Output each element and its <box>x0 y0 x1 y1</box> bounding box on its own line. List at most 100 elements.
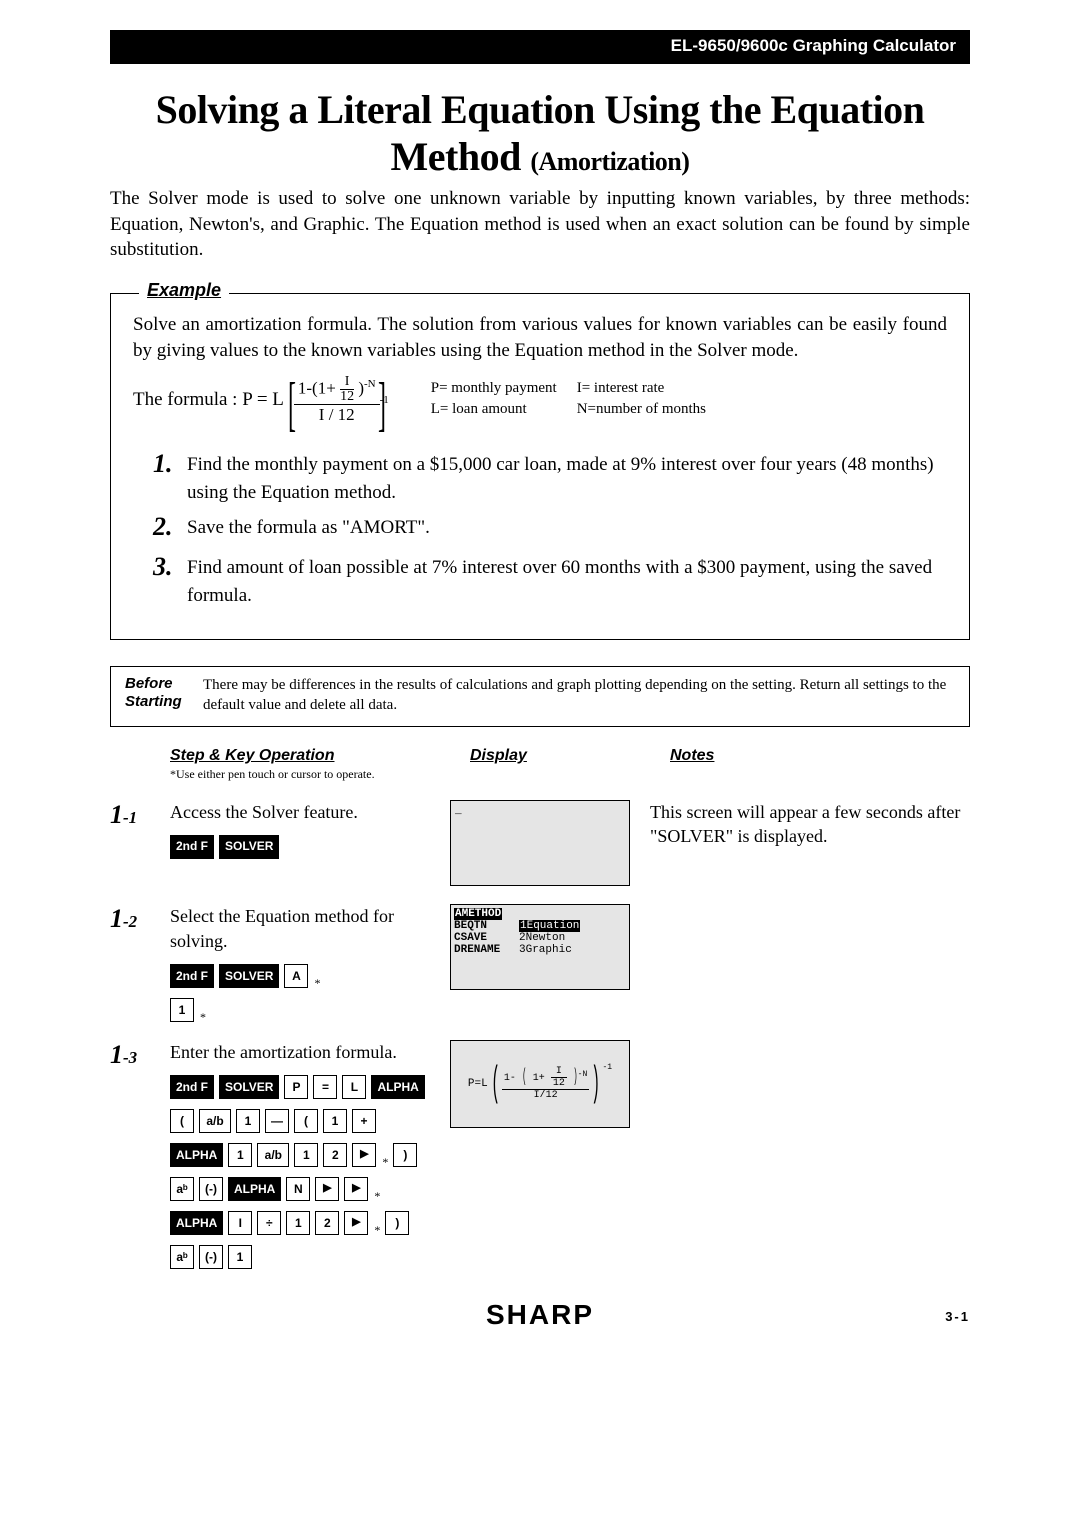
example-intro: Solve an amortization formula. The solut… <box>133 312 947 363</box>
key-lparen: ( <box>294 1109 318 1133</box>
key-solver: SOLVER <box>219 964 279 988</box>
formula-prefix: The formula : P = L <box>133 389 284 411</box>
key-ab: a/b <box>257 1143 289 1167</box>
lcd-2-left-1: CSAVE <box>454 932 502 944</box>
step-1-2: 1-2 Select the Equation method for solvi… <box>110 904 970 1022</box>
example-label: Example <box>139 280 229 301</box>
key-I: I <box>228 1211 252 1235</box>
step-1-2-keys-a: 2nd F SOLVER A* <box>170 964 450 988</box>
asterisk-icon: * <box>313 975 320 992</box>
lcd-3-innerexp: -N <box>578 1070 588 1079</box>
formula-fraction: 1-(1+ I 12 )-N I / 12 <box>294 375 380 425</box>
step-1-3-keys-row1: 2nd F SOLVER P = L ALPHA <box>170 1075 450 1099</box>
task-1-num: 1. <box>153 445 187 506</box>
step-1-3-keys-row5: ALPHA I ÷ 1 2 * ) <box>170 1211 450 1235</box>
key-rparen: ) <box>393 1143 417 1167</box>
key-1: 1 <box>236 1109 260 1133</box>
asterisk-icon: * <box>373 1222 380 1239</box>
key-rparen: ) <box>385 1211 409 1235</box>
key-pow: aᵇ <box>170 1177 194 1201</box>
step-1-2-op: Select the Equation method for solving. … <box>170 904 450 1022</box>
key-solver: SOLVER <box>219 1075 279 1099</box>
key-pow: aᵇ <box>170 1245 194 1269</box>
key-1: 1 <box>228 1143 252 1167</box>
key-2: 2 <box>323 1143 347 1167</box>
task-3-num: 3. <box>153 548 187 609</box>
asterisk-icon: * <box>373 1188 380 1205</box>
key-1: 1 <box>228 1245 252 1269</box>
key-alpha: ALPHA <box>170 1211 223 1235</box>
col-display: Display <box>470 747 670 765</box>
page-number: 3-1 <box>945 1309 970 1324</box>
key-ab: a/b <box>199 1109 231 1133</box>
key-N: N <box>286 1177 310 1201</box>
columns-header: Step & Key Operation Display Notes <box>110 747 970 765</box>
before-label: Before Starting <box>125 675 203 711</box>
step-1-3-keys-row2: ( a/b 1 — ( 1 + <box>170 1109 450 1133</box>
brand-name: SHARP <box>486 1299 594 1330</box>
bracket-left: [ <box>288 379 296 429</box>
formula-legend: P= monthly payment I= interest rate L= l… <box>429 378 726 422</box>
legend-i: I= interest rate <box>577 380 724 399</box>
legend-p: P= monthly payment <box>431 380 575 399</box>
step-1-3: 1-3 Enter the amortization formula. 2nd … <box>110 1040 970 1269</box>
lcd-2-right-0: 1Equation <box>519 920 580 932</box>
page-title: Solving a Literal Equation Using the Equ… <box>110 86 970 180</box>
bracket-right: ] <box>378 379 386 429</box>
key-2ndf: 2nd F <box>170 835 214 859</box>
key-neg: (-) <box>199 1245 223 1269</box>
step-1-2-keys-b: 1* <box>170 998 450 1022</box>
lcd-2-right-1: 2Newton <box>519 932 580 944</box>
step-1-1-op: Access the Solver feature. 2nd F SOLVER <box>170 800 450 859</box>
lcd-2-left-0: BEQTN <box>454 920 502 932</box>
task-3: 3. Find amount of loan possible at 7% in… <box>153 548 947 609</box>
f-den: I / 12 <box>294 405 380 425</box>
step-1-3-keys-row4: aᵇ (-) ALPHA N * <box>170 1177 450 1201</box>
key-alpha: ALPHA <box>170 1143 223 1167</box>
step-1-2-text: Select the Equation method for solving. <box>170 906 394 951</box>
inner-den: 12 <box>340 390 354 404</box>
step-1-2-num: 1-2 <box>110 904 170 934</box>
paren-right-icon: ) <box>591 1064 600 1104</box>
task-3-text: Find amount of loan possible at 7% inter… <box>187 548 947 609</box>
brand-footer: SHARP 3-1 <box>110 1299 970 1331</box>
task-2: 2. Save the formula as "AMORT". <box>153 508 947 546</box>
formula-row: The formula : P = L [ 1-(1+ I 12 )-N I /… <box>133 375 947 425</box>
step-1-1-display: _ <box>450 800 650 886</box>
task-2-text: Save the formula as "AMORT". <box>187 508 430 546</box>
inner-num: I <box>340 375 354 390</box>
key-right-arrow-icon <box>352 1143 376 1167</box>
key-1: 1 <box>286 1211 310 1235</box>
step-1-1-keys: 2nd F SOLVER <box>170 835 450 859</box>
key-1: 1 <box>294 1143 318 1167</box>
key-right-arrow-icon <box>344 1211 368 1235</box>
key-1: 1 <box>323 1109 347 1133</box>
key-alpha: ALPHA <box>371 1075 424 1099</box>
f-num-a: 1-(1+ <box>298 379 336 398</box>
key-right-arrow-icon <box>344 1177 368 1201</box>
task-list: 1. Find the monthly payment on a $15,000… <box>133 445 947 609</box>
lcd-3-innerden: 12 <box>551 1078 567 1089</box>
f-exp: -N <box>364 378 376 390</box>
step-1-2-display: AMETHOD BEQTN CSAVE DRENAME 1Equation 2N… <box>450 904 650 990</box>
lcd-2-right-2: 3Graphic <box>519 944 580 956</box>
key-2ndf: 2nd F <box>170 964 214 988</box>
lcd-2: AMETHOD BEQTN CSAVE DRENAME 1Equation 2N… <box>450 904 630 990</box>
legend-n: N=number of months <box>577 401 724 420</box>
key-2ndf: 2nd F <box>170 1075 214 1099</box>
lcd-2-left-title: AMETHOD <box>454 908 502 920</box>
lcd-2-left: AMETHOD BEQTN CSAVE DRENAME <box>454 908 502 956</box>
before-word-2: Starting <box>125 693 182 710</box>
key-P: P <box>284 1075 308 1099</box>
step-1-3-num: 1-3 <box>110 1040 170 1070</box>
key-eq: = <box>313 1075 337 1099</box>
task-1-text: Find the monthly payment on a $15,000 ca… <box>187 445 947 506</box>
lcd-3-numpre: 1- <box>504 1074 516 1085</box>
step-1-1-num: 1-1 <box>110 800 170 830</box>
intro-text: The Solver mode is used to solve one unk… <box>110 186 970 263</box>
lcd-3-pre: P=L <box>468 1078 488 1090</box>
key-neg: (-) <box>199 1177 223 1201</box>
lcd-1: _ <box>450 800 630 886</box>
key-1: 1 <box>170 998 194 1022</box>
key-right-arrow-icon <box>315 1177 339 1201</box>
